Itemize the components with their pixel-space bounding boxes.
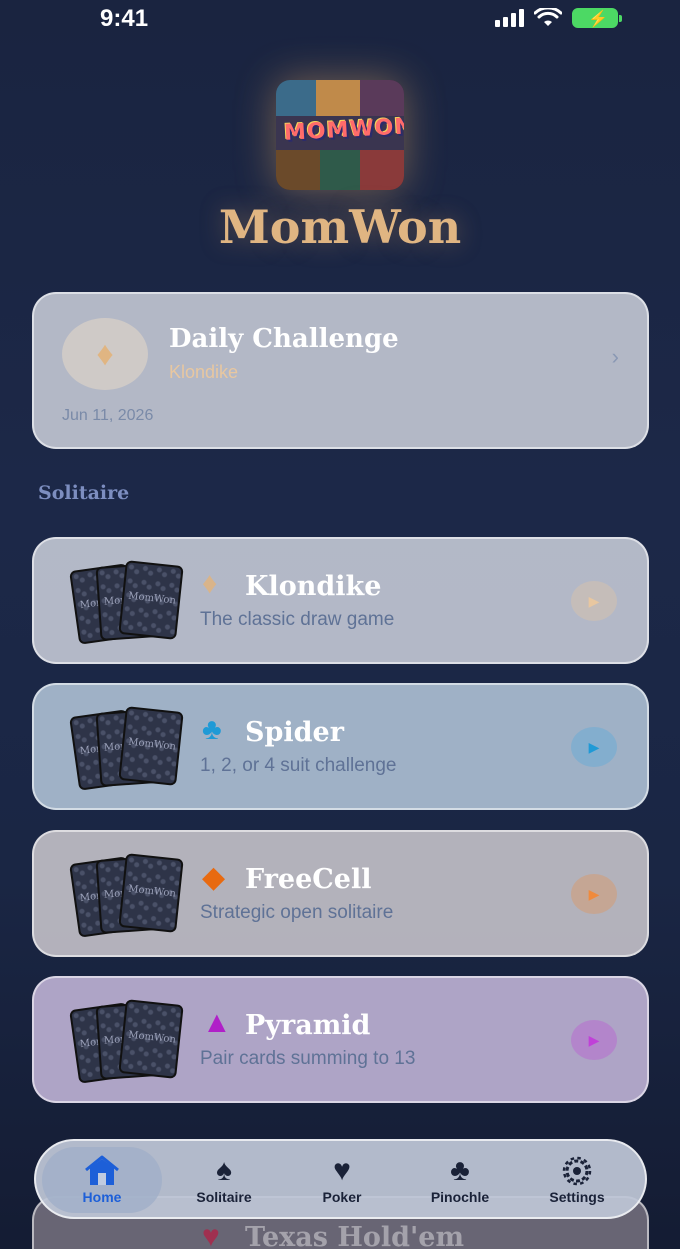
status-bar: 9:41 ⚡ bbox=[0, 0, 680, 40]
game-description: The classic draw game bbox=[200, 609, 395, 630]
tab-label: Poker bbox=[322, 1189, 362, 1205]
status-time: 9:41 bbox=[100, 5, 149, 32]
game-card-pyramid[interactable]: MomWon MomWon MomWon ▲ Pyramid Pair card… bbox=[32, 976, 649, 1103]
home-icon bbox=[85, 1155, 119, 1185]
game-name: Klondike bbox=[245, 571, 382, 602]
tab-pinochle[interactable]: ♣ Pinochle bbox=[400, 1147, 520, 1213]
chevron-right-icon: › bbox=[611, 344, 619, 369]
tab-label: Home bbox=[82, 1189, 122, 1205]
daily-icon-circle: ♦ bbox=[62, 318, 148, 390]
diamond-icon: ♦ bbox=[202, 567, 218, 600]
tab-solitaire[interactable]: ♠ Solitaire bbox=[164, 1147, 284, 1213]
diamond-icon: ♦ bbox=[96, 334, 114, 373]
play-button[interactable]: ▶ bbox=[571, 1020, 617, 1060]
game-name: Texas Hold'em bbox=[245, 1222, 465, 1249]
card-deck-icon: MomWon MomWon MomWon bbox=[69, 999, 190, 1084]
game-description: Pair cards summing to 13 bbox=[200, 1048, 416, 1069]
daily-challenge-game: Klondike bbox=[169, 362, 239, 382]
triangle-icon: ▲ bbox=[202, 1006, 232, 1039]
daily-challenge-date: Jun 11, 2026 bbox=[62, 407, 154, 424]
play-button[interactable]: ▶ bbox=[571, 874, 617, 914]
card-deck-icon: MomWon MomWon MomWon bbox=[69, 560, 190, 645]
game-card-spider[interactable]: MomWon MomWon MomWon ♣ Spider 1, 2, or 4… bbox=[32, 683, 649, 810]
app-logo: MOMWON! bbox=[276, 80, 404, 190]
tab-label: Pinochle bbox=[430, 1189, 490, 1205]
tab-label: Solitaire bbox=[196, 1189, 252, 1205]
game-name: FreeCell bbox=[245, 864, 372, 895]
game-description: 1, 2, or 4 suit challenge bbox=[200, 755, 397, 776]
tab-home[interactable]: Home bbox=[42, 1147, 162, 1213]
club-icon: ♣ bbox=[450, 1154, 470, 1187]
game-description: Strategic open solitaire bbox=[200, 902, 394, 923]
daily-challenge-title: Daily Challenge bbox=[169, 324, 399, 354]
tab-bar: Home ♠ Solitaire ♥ Poker ♣ Pinochle Sett… bbox=[34, 1139, 647, 1219]
tab-settings[interactable]: Settings bbox=[517, 1147, 637, 1213]
spade-icon: ♠ bbox=[216, 1154, 232, 1187]
gear-icon bbox=[562, 1156, 592, 1186]
play-button[interactable]: ▶ bbox=[571, 727, 617, 767]
battery-icon: ⚡ bbox=[572, 8, 622, 28]
card-deck-icon: MomWon MomWon MomWon bbox=[69, 853, 190, 938]
club-icon: ♣ bbox=[202, 713, 222, 746]
signal-icon bbox=[495, 9, 524, 27]
heart-icon: ♥ bbox=[333, 1154, 351, 1187]
app-title: MomWon bbox=[218, 200, 462, 254]
daily-challenge-card[interactable]: ♦ Daily Challenge Klondike Jun 11, 2026 … bbox=[32, 292, 649, 449]
card-deck-icon: MomWon MomWon MomWon bbox=[69, 706, 190, 791]
heart-icon: ♥ bbox=[202, 1220, 220, 1249]
game-card-klondike[interactable]: MomWon MomWon MomWon ♦ Klondike The clas… bbox=[32, 537, 649, 664]
game-card-freecell[interactable]: MomWon MomWon MomWon ◆ FreeCell Strategi… bbox=[32, 830, 649, 957]
tab-poker[interactable]: ♥ Poker bbox=[282, 1147, 402, 1213]
wifi-icon bbox=[534, 8, 562, 26]
play-button[interactable]: ▶ bbox=[571, 581, 617, 621]
tab-label: Settings bbox=[549, 1189, 605, 1205]
game-name: Pyramid bbox=[245, 1010, 371, 1041]
section-title-solitaire: Solitaire bbox=[38, 482, 130, 504]
status-icons: ⚡ bbox=[495, 8, 622, 28]
diamond-icon: ◆ bbox=[202, 861, 226, 894]
game-name: Spider bbox=[245, 717, 344, 748]
